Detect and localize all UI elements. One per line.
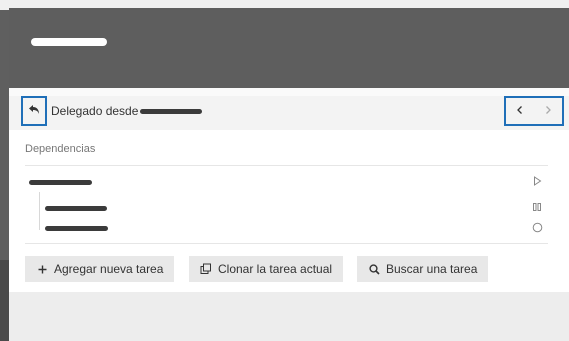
previous-task-button[interactable]	[506, 98, 534, 124]
delegated-from-label: Delegado desde	[51, 104, 139, 118]
panel-footer	[9, 294, 569, 341]
dependency-row[interactable]	[9, 198, 569, 216]
panel-header	[9, 8, 569, 88]
add-task-label: Agregar nueva tarea	[54, 262, 164, 276]
redacted-task-title	[31, 38, 107, 46]
redacted-dependency-name	[45, 206, 107, 211]
search-icon	[368, 263, 380, 275]
play-outline-icon[interactable]	[529, 173, 545, 189]
dependency-row[interactable]	[9, 172, 569, 190]
clone-task-label: Clonar la tarea actual	[218, 262, 333, 276]
redacted-dependency-name	[29, 180, 92, 185]
circle-outline-icon[interactable]	[529, 219, 545, 235]
redacted-dependency-name	[45, 226, 108, 231]
dependency-row[interactable]	[9, 218, 569, 236]
divider	[25, 165, 548, 166]
dependencies-title: Dependencias	[25, 143, 96, 155]
chevron-right-icon	[544, 102, 552, 120]
pause-outline-icon[interactable]	[529, 199, 545, 215]
redacted-delegator-name	[140, 109, 202, 114]
search-task-button[interactable]: Buscar una tarea	[357, 256, 489, 282]
dependencies-section: Dependencias Agregar nueva tarea Clonar …	[9, 130, 569, 292]
backdrop-left	[0, 260, 9, 341]
reply-button[interactable]	[21, 96, 47, 126]
plus-icon	[36, 263, 48, 275]
add-task-button[interactable]: Agregar nueva tarea	[25, 256, 175, 282]
divider	[25, 243, 548, 244]
next-task-button[interactable]	[534, 98, 562, 124]
task-navigation	[504, 96, 564, 126]
chevron-left-icon	[516, 102, 524, 120]
task-panel: Delegado desde Dependencias Agregar nuev…	[9, 8, 569, 341]
delegated-bar: Delegado desde	[9, 96, 569, 130]
clone-task-button[interactable]: Clonar la tarea actual	[189, 256, 344, 282]
header-separator	[9, 88, 569, 96]
clone-icon	[200, 263, 212, 275]
search-task-label: Buscar una tarea	[386, 262, 478, 276]
reply-arrow-icon	[28, 102, 40, 120]
